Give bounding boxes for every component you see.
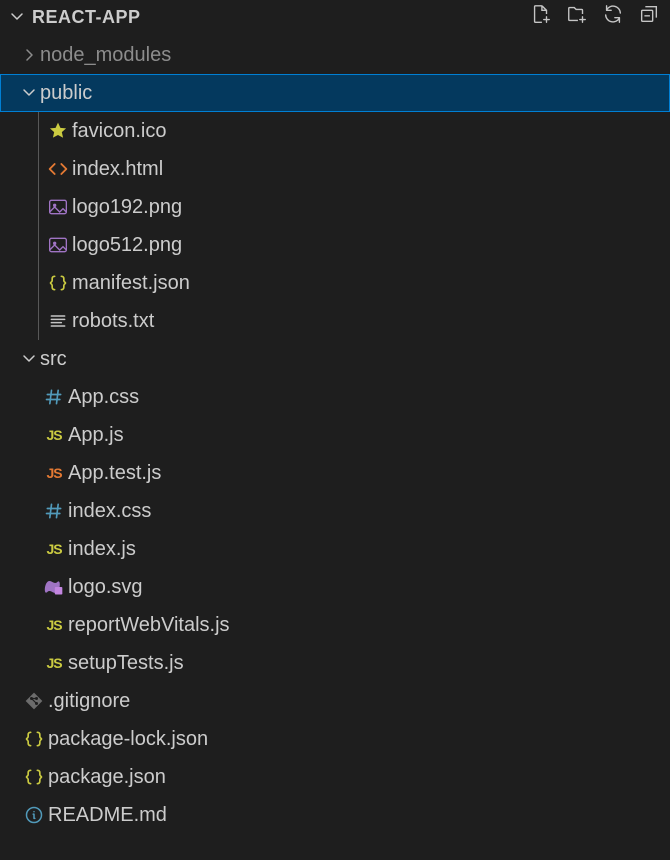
file-label: .gitignore [48,690,130,713]
new-folder-icon[interactable] [566,3,588,31]
file-robots[interactable]: robots.txt [0,302,670,340]
chevron-down-icon [18,351,40,367]
chevron-down-icon [18,85,40,101]
folder-src[interactable]: src [0,340,670,378]
refresh-icon[interactable] [602,3,624,31]
file-label: App.css [68,386,139,409]
folder-label: public [40,82,92,105]
js-icon: JS [40,617,68,633]
git-icon [20,691,48,711]
text-lines-icon [44,311,72,331]
file-label: robots.txt [72,310,154,333]
file-readme[interactable]: README.md [0,796,670,834]
file-label: reportWebVitals.js [68,614,230,637]
file-label: README.md [48,804,167,827]
project-title: REACT-APP [32,7,141,28]
collapse-all-icon[interactable] [638,3,660,31]
js-icon: JS [40,541,68,557]
chevron-right-icon [18,47,40,63]
file-explorer-panel: REACT-APP node_modules [0,0,670,860]
chevron-down-icon [8,9,26,25]
file-label: manifest.json [72,272,190,295]
file-logo-svg[interactable]: logo.svg [0,568,670,606]
file-favicon[interactable]: favicon.ico [0,112,670,150]
file-logo512[interactable]: logo512.png [0,226,670,264]
file-label: App.js [68,424,124,447]
explorer-header: REACT-APP [0,0,670,34]
js-icon: JS [40,427,68,443]
file-app-js[interactable]: JS App.js [0,416,670,454]
file-package-lock[interactable]: package-lock.json [0,720,670,758]
file-index-html[interactable]: index.html [0,150,670,188]
json-braces-icon [44,273,72,293]
file-logo192[interactable]: logo192.png [0,188,670,226]
folder-node-modules[interactable]: node_modules [0,36,670,74]
file-label: favicon.ico [72,120,167,143]
file-label: logo192.png [72,196,182,219]
file-index-css[interactable]: index.css [0,492,670,530]
js-icon: JS [40,655,68,671]
favicon-star-icon [44,121,72,141]
file-label: logo512.png [72,234,182,257]
folder-label: node_modules [40,44,171,67]
file-label: logo.svg [68,576,143,599]
file-package-json[interactable]: package.json [0,758,670,796]
file-label: index.js [68,538,136,561]
svg-icon [40,577,68,597]
file-manifest[interactable]: manifest.json [0,264,670,302]
css-hash-icon [40,501,68,521]
json-braces-icon [20,767,48,787]
folder-public[interactable]: public [0,74,670,112]
project-root-toggle[interactable]: REACT-APP [8,7,141,28]
header-actions [530,3,660,31]
file-label: App.test.js [68,462,161,485]
file-label: index.css [68,500,151,523]
file-app-test[interactable]: JS App.test.js [0,454,670,492]
js-test-icon: JS [40,465,68,481]
file-report-web-vitals[interactable]: JS reportWebVitals.js [0,606,670,644]
new-file-icon[interactable] [530,3,552,31]
file-label: package-lock.json [48,728,208,751]
file-gitignore[interactable]: .gitignore [0,682,670,720]
info-icon [20,805,48,825]
image-icon [44,235,72,255]
image-icon [44,197,72,217]
file-index-js[interactable]: JS index.js [0,530,670,568]
json-braces-icon [20,729,48,749]
file-label: setupTests.js [68,652,184,675]
folder-label: src [40,348,67,371]
css-hash-icon [40,387,68,407]
file-setup-tests[interactable]: JS setupTests.js [0,644,670,682]
file-app-css[interactable]: App.css [0,378,670,416]
file-label: package.json [48,766,166,789]
file-label: index.html [72,158,163,181]
file-tree: node_modules public favicon.ico [0,34,670,860]
html-code-icon [44,159,72,179]
